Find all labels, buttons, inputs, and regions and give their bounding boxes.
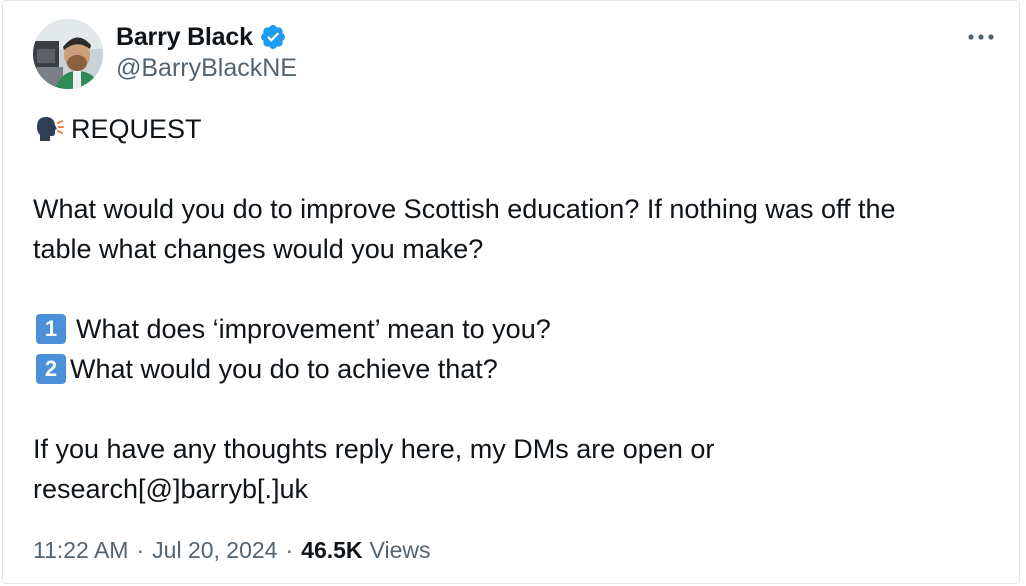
tweet-date[interactable]: Jul 20, 2024 [152,537,277,564]
keycap-one-icon: 1 [36,314,66,344]
tweet-header-line: REQUEST [33,109,1008,149]
author-display-name[interactable]: Barry Black [116,23,253,52]
tweet-item-1-text: What does ‘improvement’ mean to you? [76,314,551,344]
meta-separator: · [285,537,294,563]
tweet-time[interactable]: 11:22 AM [33,537,128,564]
verified-badge-icon[interactable] [259,23,287,51]
author-name-row[interactable]: Barry Black [116,21,287,53]
views-label[interactable]: Views [370,537,431,564]
speaking-head-icon [33,113,65,145]
views-count[interactable]: 46.5K [301,537,362,564]
tweet-header-text: REQUEST [71,114,202,144]
tweet-closing-line-2: research[@]barryb[.]uk [33,474,309,504]
tweet-closing-line-1: If you have any thoughts reply here, my … [33,434,715,464]
avatar-photo [33,19,103,89]
tweet-question-line-1: What would you do to improve Scottish ed… [33,194,896,224]
meta-separator: · [136,537,145,563]
more-horizontal-icon [968,34,994,40]
more-options-button[interactable] [965,21,997,53]
tweet-item-1: 1 What does ‘improvement’ mean to you? [33,309,1008,349]
tweet-metadata: 11:22 AM · Jul 20, 2024 · 46.5K Views [33,537,430,564]
tweet-body: REQUEST What would you do to improve Sco… [33,109,1008,509]
tweet-item-2: 2 What would you do to achieve that? [33,349,1008,389]
tweet-item-2-text: What would you do to achieve that? [70,354,498,384]
author-handle[interactable]: @BarryBlackNE [116,54,297,83]
avatar[interactable] [33,19,103,89]
tweet-question-line-2: table what changes would you make? [33,234,484,264]
keycap-two-icon: 2 [36,354,66,384]
tweet-card: Barry Black @BarryBlackNE REQUEST What w… [2,0,1020,584]
